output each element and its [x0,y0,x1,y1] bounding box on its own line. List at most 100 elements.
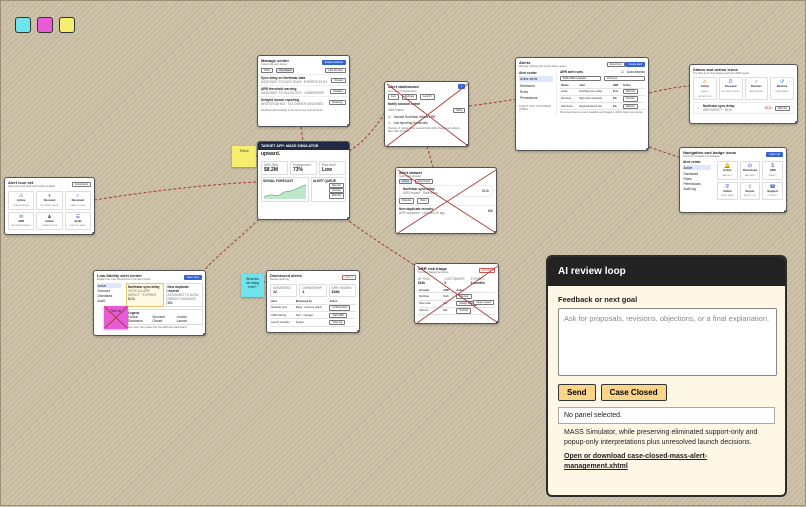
icon-tile[interactable]: ⏸ Snoozed RETURNS LATER [36,191,63,210]
restore-button[interactable]: Restore [622,103,638,109]
snooze-button[interactable]: Snooze [456,308,472,314]
open-set-button[interactable]: Open set [766,151,783,157]
replace-button[interactable]: Replace [330,88,346,95]
undo-button[interactable]: Undo/restore [329,305,351,311]
card-subtitle: Review audit log [270,278,290,281]
sidebar-item-permissions[interactable]: Permissions [519,95,553,101]
window-select[interactable]: 24 hours [604,76,645,82]
snooze-button[interactable]: Snooze [622,96,638,102]
card-title: Status and action icons [693,67,738,72]
checkbox-icon[interactable]: ☑ [388,115,391,119]
whiteboard-canvas[interactable]: Alert icon set Alert icons and what each… [0,0,806,506]
icon-tile[interactable]: ♟ Admin PERMISSIONS [36,211,63,231]
component-button[interactable]: Component [71,181,91,187]
dismiss-button[interactable]: Dismiss [456,293,472,300]
create-alert-button[interactable]: Create alert [625,61,645,67]
legend-item: Dismissed [128,319,143,324]
dismiss-button[interactable]: Dismiss [399,198,415,204]
icon-tile[interactable]: ☰ Audit HISTORY SHIFT [64,211,91,231]
icon-tile[interactable]: $ ARR IMPACT [762,161,783,180]
cyan-sticky-note[interactable]: What are we doing here? [241,274,264,297]
cell: Launch reminder [270,318,295,327]
arr-select[interactable]: $10k ARR impacted [560,76,601,82]
tab-live[interactable]: Live [388,94,399,100]
cell: High churn accounts [578,95,612,104]
toggle-icon[interactable]: ☑ [621,70,624,74]
alerts-panel-card[interactable]: Alerts Manage settings and review alerts… [515,57,649,151]
reassign-button[interactable]: Reassign [329,99,346,106]
icon-tile[interactable]: ⊟ Dismissed ARCHIVE [739,161,761,180]
icon-tile[interactable]: ✓ Dismiss ARR HIDDEN [744,77,769,101]
tab-dismissed[interactable]: Dismissed [415,179,434,185]
icon-tile[interactable]: ⛨ Admin ROLE GATE [717,181,738,201]
tab-inbox[interactable]: Inbox [261,68,274,74]
open-view-button[interactable]: Open view [183,274,202,280]
send-button[interactable]: Send [558,384,596,401]
manage-center-card[interactable]: Manage center Customize alert center Exp… [257,55,350,127]
open-review-button[interactable]: Open review [473,300,494,306]
tab-dismissed[interactable]: Dismissed [276,68,295,74]
sidebar-item-audit[interactable]: Audit [97,298,121,303]
cell: $4k [442,300,456,308]
export-log-button[interactable]: Export log [606,61,625,67]
open-button[interactable]: Open [417,198,430,204]
alert-card[interactable]: Northstar sync delay CRITICAL ARR IMPACT … [126,283,164,308]
checkbox-icon[interactable]: ☐ [388,121,391,125]
tab-active[interactable]: Active [399,179,413,185]
sticky-note[interactable]: This is [232,146,256,167]
table-row: Northstar $12k Dismiss [418,292,495,301]
explore-button[interactable]: Explore website [321,59,346,65]
alert-dashboard-card[interactable]: Alert dashboard ▾ Live view of critical … [384,81,469,147]
icon-tile[interactable]: ⏱ Snoozed RETURNS LATER [718,77,743,101]
nav-list: Alert center Active Dismissed Rules Perm… [680,159,714,202]
icon-tile[interactable]: ⇪ Export AUDIT LOG [739,181,761,201]
metric: DISMISSED 12 [270,284,298,297]
card-subtitle: Explore the core interactions in the ale… [97,278,151,281]
arr-triage-card[interactable]: ARR risk triage Prioritize flagged accou… [414,263,499,324]
cell: Northstar [418,292,443,301]
threshold-field[interactable]: $10k [453,107,465,113]
dismiss-button[interactable]: Dismiss [622,89,638,95]
tile-sub: ARCHIVE [745,174,755,177]
sidebar-item-active[interactable]: Active alerts [519,76,553,83]
dismissed-alerts-card[interactable]: Dismissed alerts Review audit log Histor… [266,270,360,333]
icon-tile[interactable]: ⚠ Active CHANGE ALERT [8,191,35,210]
status-icons-card[interactable]: Status and action icons The alert icons … [689,64,798,124]
review-button[interactable]: Review [331,77,346,84]
download-link[interactable]: Open or download case-closed-mass-alert-… [564,452,769,472]
date-filter[interactable]: Last 30 days [325,68,346,74]
feedback-input[interactable] [558,308,777,376]
icon-tile[interactable]: ✓ Resolved CASE CLOSED [64,191,91,210]
tile-sub: REVENUE IMPACT [11,225,31,228]
tab-settings[interactable]: Settings [401,94,418,100]
icon-tile[interactable]: ⚠ Active NEEDS ATTENTION [693,77,717,101]
dismiss-button[interactable]: Dismiss [774,105,790,112]
cell: Active [560,88,579,96]
tile-label: Audit [74,218,82,223]
legend-item: Closed [152,319,163,324]
add-crm-button[interactable]: Add CRM [329,312,347,318]
nav-icons-card[interactable]: Navigation and badge icons Icons for nav… [679,147,787,213]
card-item-sub: ASSIGNED TO DATA · NEEDS GUIDANCE [167,293,200,302]
icon-tile[interactable]: ✉ ARR REVENUE IMPACT [8,211,35,231]
target-app-card[interactable]: TARGET APP: MASS SIMULATOR upward. ARR (… [257,141,350,220]
escalate-badge[interactable]: Escalate [479,267,495,273]
alert-icon-set-card[interactable]: Alert icon set Alert icons and what each… [4,177,95,235]
icon-tile[interactable]: ☎ Support CONTACT [762,181,783,201]
cell: $9k [611,95,622,104]
metric: ARR HIDDEN $38k [328,284,356,297]
case-closed-button[interactable]: Case Closed [600,384,667,401]
tab-launch[interactable]: Launch [420,94,435,100]
item-value: $5k [487,208,493,213]
menu-button[interactable]: ▾ [457,84,465,90]
nav-item-active[interactable]: Active [683,165,711,171]
icon-tile[interactable]: ↺ Restore BRING BACK [770,77,794,101]
pink-sticky-note[interactable]: Tool ok [104,306,128,329]
view-log-button[interactable]: View log [329,319,346,326]
alert-card[interactable]: New duplicate records ASSIGNED TO DATA · … [165,283,203,308]
nav-item-audit[interactable]: Audit log [683,186,711,191]
review-log[interactable]: MASS Simulator, while preserving elimina… [548,424,785,473]
dismiss-button[interactable]: Dismiss [328,193,344,199]
alert-drawer-card[interactable]: Alert drawer Quick alert preview Active D… [395,167,497,234]
icon-tile[interactable]: 🔔 Active BADGE 3 [717,161,738,180]
